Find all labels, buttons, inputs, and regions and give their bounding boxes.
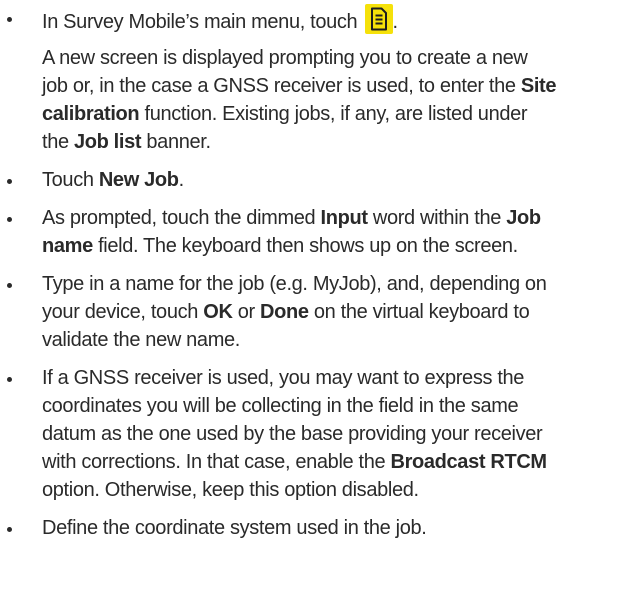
result-line-3: calibration function. Existing jobs, if … [42, 100, 629, 128]
result-text: function. Existing jobs, if any, are lis… [139, 103, 528, 125]
result-line-2: job or, in the case a GNSS receiver is u… [42, 72, 629, 100]
result-text: banner. [141, 131, 211, 153]
step-text: word within the [367, 207, 507, 229]
step-text: Touch [42, 169, 99, 191]
result-text: job or, in the case a GNSS receiver is u… [42, 75, 521, 97]
job-list-term: Job list [73, 131, 142, 153]
step-broadcast-rtcm: If a GNSS receiver is used, you may want… [0, 364, 637, 504]
step-text: . [178, 169, 185, 191]
ok-term: OK [203, 301, 233, 323]
step-text: As prompted, touch the dimmed [42, 207, 321, 229]
step-result: A new screen is displayed prompting you … [42, 44, 629, 156]
broadcast-rtcm-term: Broadcast RTCM [390, 451, 548, 473]
step-touch-new-job: Touch New Job. [0, 166, 637, 194]
job-document-icon [364, 4, 393, 34]
step-line: Touch New Job. [42, 166, 629, 194]
step-line-2: your device, touch OK or Done on the vir… [42, 298, 629, 326]
site-calibration-term: Site [520, 75, 557, 97]
input-term: Input [320, 207, 368, 229]
step-line-2: coordinates you will be collecting in th… [42, 395, 519, 417]
step-text: on the virtual keyboard to [308, 301, 530, 323]
done-term: Done [260, 301, 309, 323]
step-type-name: Type in a name for the job (e.g. MyJob),… [0, 270, 637, 354]
step-text: your device, touch [42, 301, 204, 323]
step-list: In Survey Mobile’s main menu, touch . A … [0, 4, 637, 542]
instruction-document: In Survey Mobile’s main menu, touch . A … [0, 4, 637, 552]
job-name-term: Job [506, 207, 541, 229]
step-line-1: If a GNSS receiver is used, you may want… [42, 367, 525, 389]
new-job-term: New Job [98, 169, 179, 191]
site-calibration-term-cont: calibration [42, 103, 140, 125]
step-line-1: As prompted, touch the dimmed Input word… [42, 204, 629, 232]
result-line-1: A new screen is displayed prompting you … [42, 47, 528, 69]
step-line-3: validate the new name. [42, 329, 240, 351]
result-text: the [42, 131, 74, 153]
job-name-term-cont: name [42, 235, 93, 257]
step-line-3: datum as the one used by the base provid… [42, 423, 543, 445]
result-line-4: the Job list banner. [42, 128, 629, 156]
step-line-2: name field. The keyboard then shows up o… [42, 232, 629, 260]
job-document-icon-glyph [370, 7, 387, 31]
step-define-coordinate-system: Define the coordinate system used in the… [0, 514, 637, 542]
step-text: field. The keyboard then shows up on the… [92, 235, 518, 257]
step-line: Define the coordinate system used in the… [42, 517, 427, 539]
step-text: or [232, 301, 261, 323]
step-open-job-menu: In Survey Mobile’s main menu, touch . A … [0, 4, 637, 156]
step-line-1: Type in a name for the job (e.g. MyJob),… [42, 273, 547, 295]
step-text-end: . [392, 11, 399, 33]
step-text: In Survey Mobile’s main menu, touch [42, 11, 363, 33]
step-text: with corrections. In that case, enable t… [42, 451, 391, 473]
step-line-5: option. Otherwise, keep this option disa… [42, 479, 419, 501]
step-line: In Survey Mobile’s main menu, touch . [42, 4, 629, 36]
step-line-4: with corrections. In that case, enable t… [42, 448, 629, 476]
step-touch-input: As prompted, touch the dimmed Input word… [0, 204, 637, 260]
